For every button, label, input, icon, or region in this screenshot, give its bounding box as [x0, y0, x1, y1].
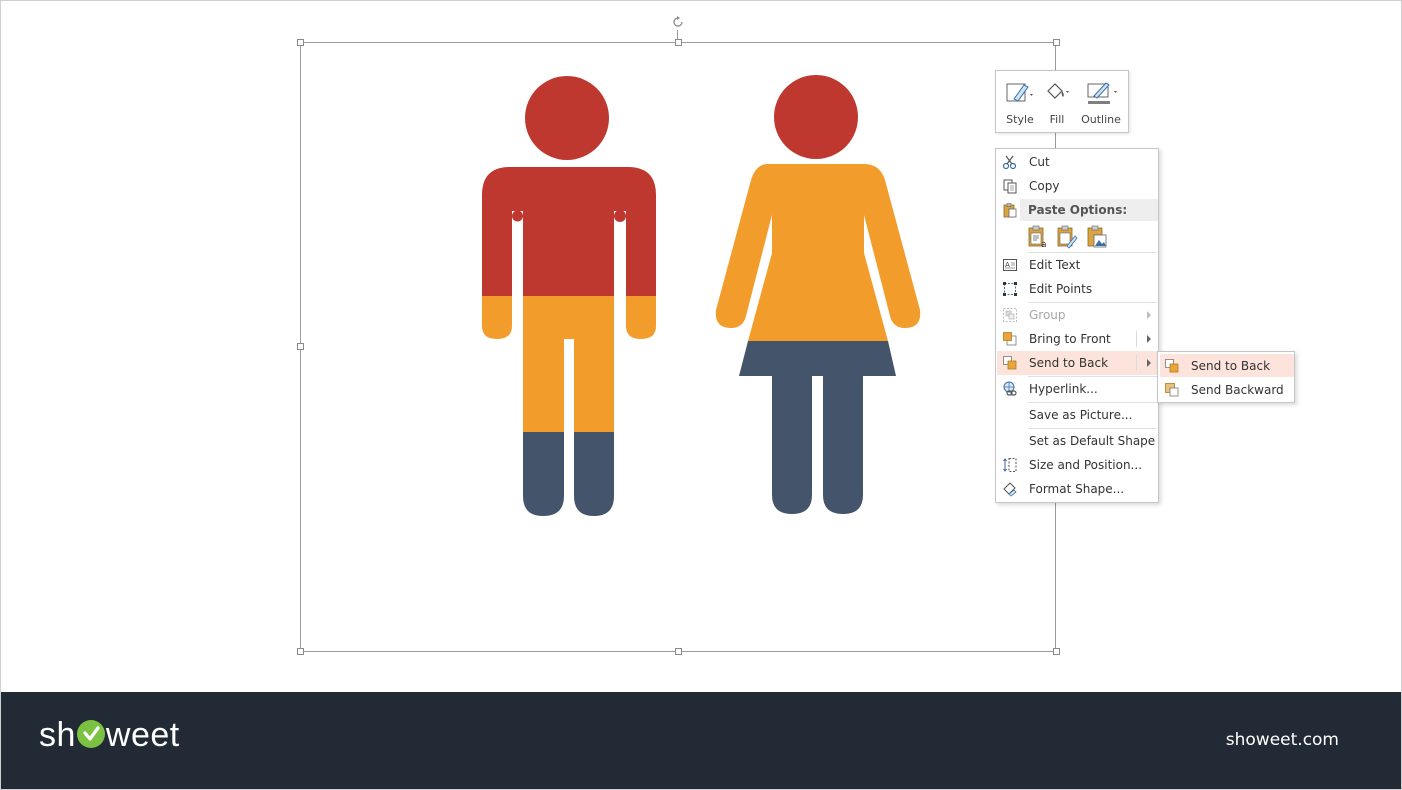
send-to-back-icon: [1003, 356, 1017, 370]
site-url[interactable]: showeet.com: [1226, 730, 1339, 750]
footer-bar: sh weet showeet.com: [1, 692, 1401, 789]
submenu-arrow-icon[interactable]: [1147, 359, 1151, 367]
menu-item-bring-to-front[interactable]: Bring to Front: [997, 327, 1159, 351]
rotate-handle-icon[interactable]: [670, 14, 686, 30]
format-shape-icon: [1003, 482, 1017, 497]
paste-clipboard-icon: [1003, 203, 1017, 218]
split-separator: [1136, 331, 1137, 347]
menu-item-cut[interactable]: Cut: [997, 150, 1159, 174]
menu-item-send-to-back[interactable]: Send to Back: [997, 351, 1159, 375]
shape-selection-box[interactable]: [300, 42, 1056, 652]
send-backward-icon: [1165, 383, 1179, 397]
bring-to-front-icon: [1003, 332, 1017, 346]
send-to-back-submenu: Send to Back Send Backward: [1157, 351, 1295, 403]
menu-item-edit-points[interactable]: Edit Points: [997, 277, 1159, 301]
menu-item-copy[interactable]: Copy: [997, 174, 1159, 198]
resize-handle-top[interactable]: [675, 39, 682, 46]
size-position-icon: [1003, 458, 1017, 472]
paint-bucket-icon: [1047, 83, 1069, 99]
style-button[interactable]: Style: [1002, 75, 1038, 129]
submenu-arrow-icon[interactable]: [1147, 335, 1151, 343]
resize-handle-bottom-right[interactable]: [1053, 648, 1060, 655]
logo-check-icon: [76, 720, 105, 748]
mini-toolbar: Style Fill Outline: [995, 70, 1129, 133]
copy-icon: [1003, 179, 1017, 194]
send-to-back-icon: [1165, 359, 1179, 373]
svg-text:a: a: [1041, 240, 1047, 249]
submenu-item-send-to-back[interactable]: Send to Back: [1160, 354, 1294, 377]
submenu-arrow-icon: [1147, 311, 1151, 319]
shape-style-icon: [1006, 83, 1033, 102]
fill-button[interactable]: Fill: [1042, 75, 1072, 129]
paste-options-header: Paste Options:: [1020, 199, 1158, 221]
paste-use-destination-theme-icon[interactable]: [1056, 225, 1078, 249]
resize-handle-bottom-left[interactable]: [297, 648, 304, 655]
paste-as-picture-icon[interactable]: [1086, 225, 1108, 249]
split-separator: [1136, 355, 1137, 371]
scissors-icon: [1002, 155, 1017, 170]
resize-handle-top-right[interactable]: [1053, 39, 1060, 46]
edit-text-icon: A: [1003, 259, 1017, 271]
menu-item-set-default-shape[interactable]: Set as Default Shape: [997, 429, 1159, 453]
resize-handle-left[interactable]: [297, 343, 304, 350]
group-icon: [1003, 308, 1017, 322]
menu-item-group: Group: [997, 303, 1159, 327]
menu-item-hyperlink[interactable]: Hyperlink...: [997, 377, 1159, 401]
context-menu: Cut Copy Paste Options: a A Edit Text Ed…: [995, 148, 1159, 503]
menu-item-size-and-position[interactable]: Size and Position...: [997, 453, 1159, 477]
paste-keep-source-formatting-icon[interactable]: a: [1027, 225, 1049, 249]
resize-handle-top-left[interactable]: [297, 39, 304, 46]
shape-outline-icon: [1087, 82, 1117, 104]
menu-item-format-shape[interactable]: Format Shape...: [997, 477, 1159, 501]
resize-handle-bottom[interactable]: [675, 648, 682, 655]
menu-item-edit-text[interactable]: A Edit Text: [997, 253, 1159, 277]
showeet-logo: sh weet: [39, 716, 180, 754]
edit-points-icon: [1003, 282, 1017, 296]
submenu-item-send-backward[interactable]: Send Backward: [1160, 378, 1294, 401]
menu-item-save-as-picture[interactable]: Save as Picture...: [997, 403, 1159, 427]
hyperlink-globe-icon: [1003, 381, 1017, 396]
outline-button[interactable]: Outline: [1078, 75, 1124, 129]
